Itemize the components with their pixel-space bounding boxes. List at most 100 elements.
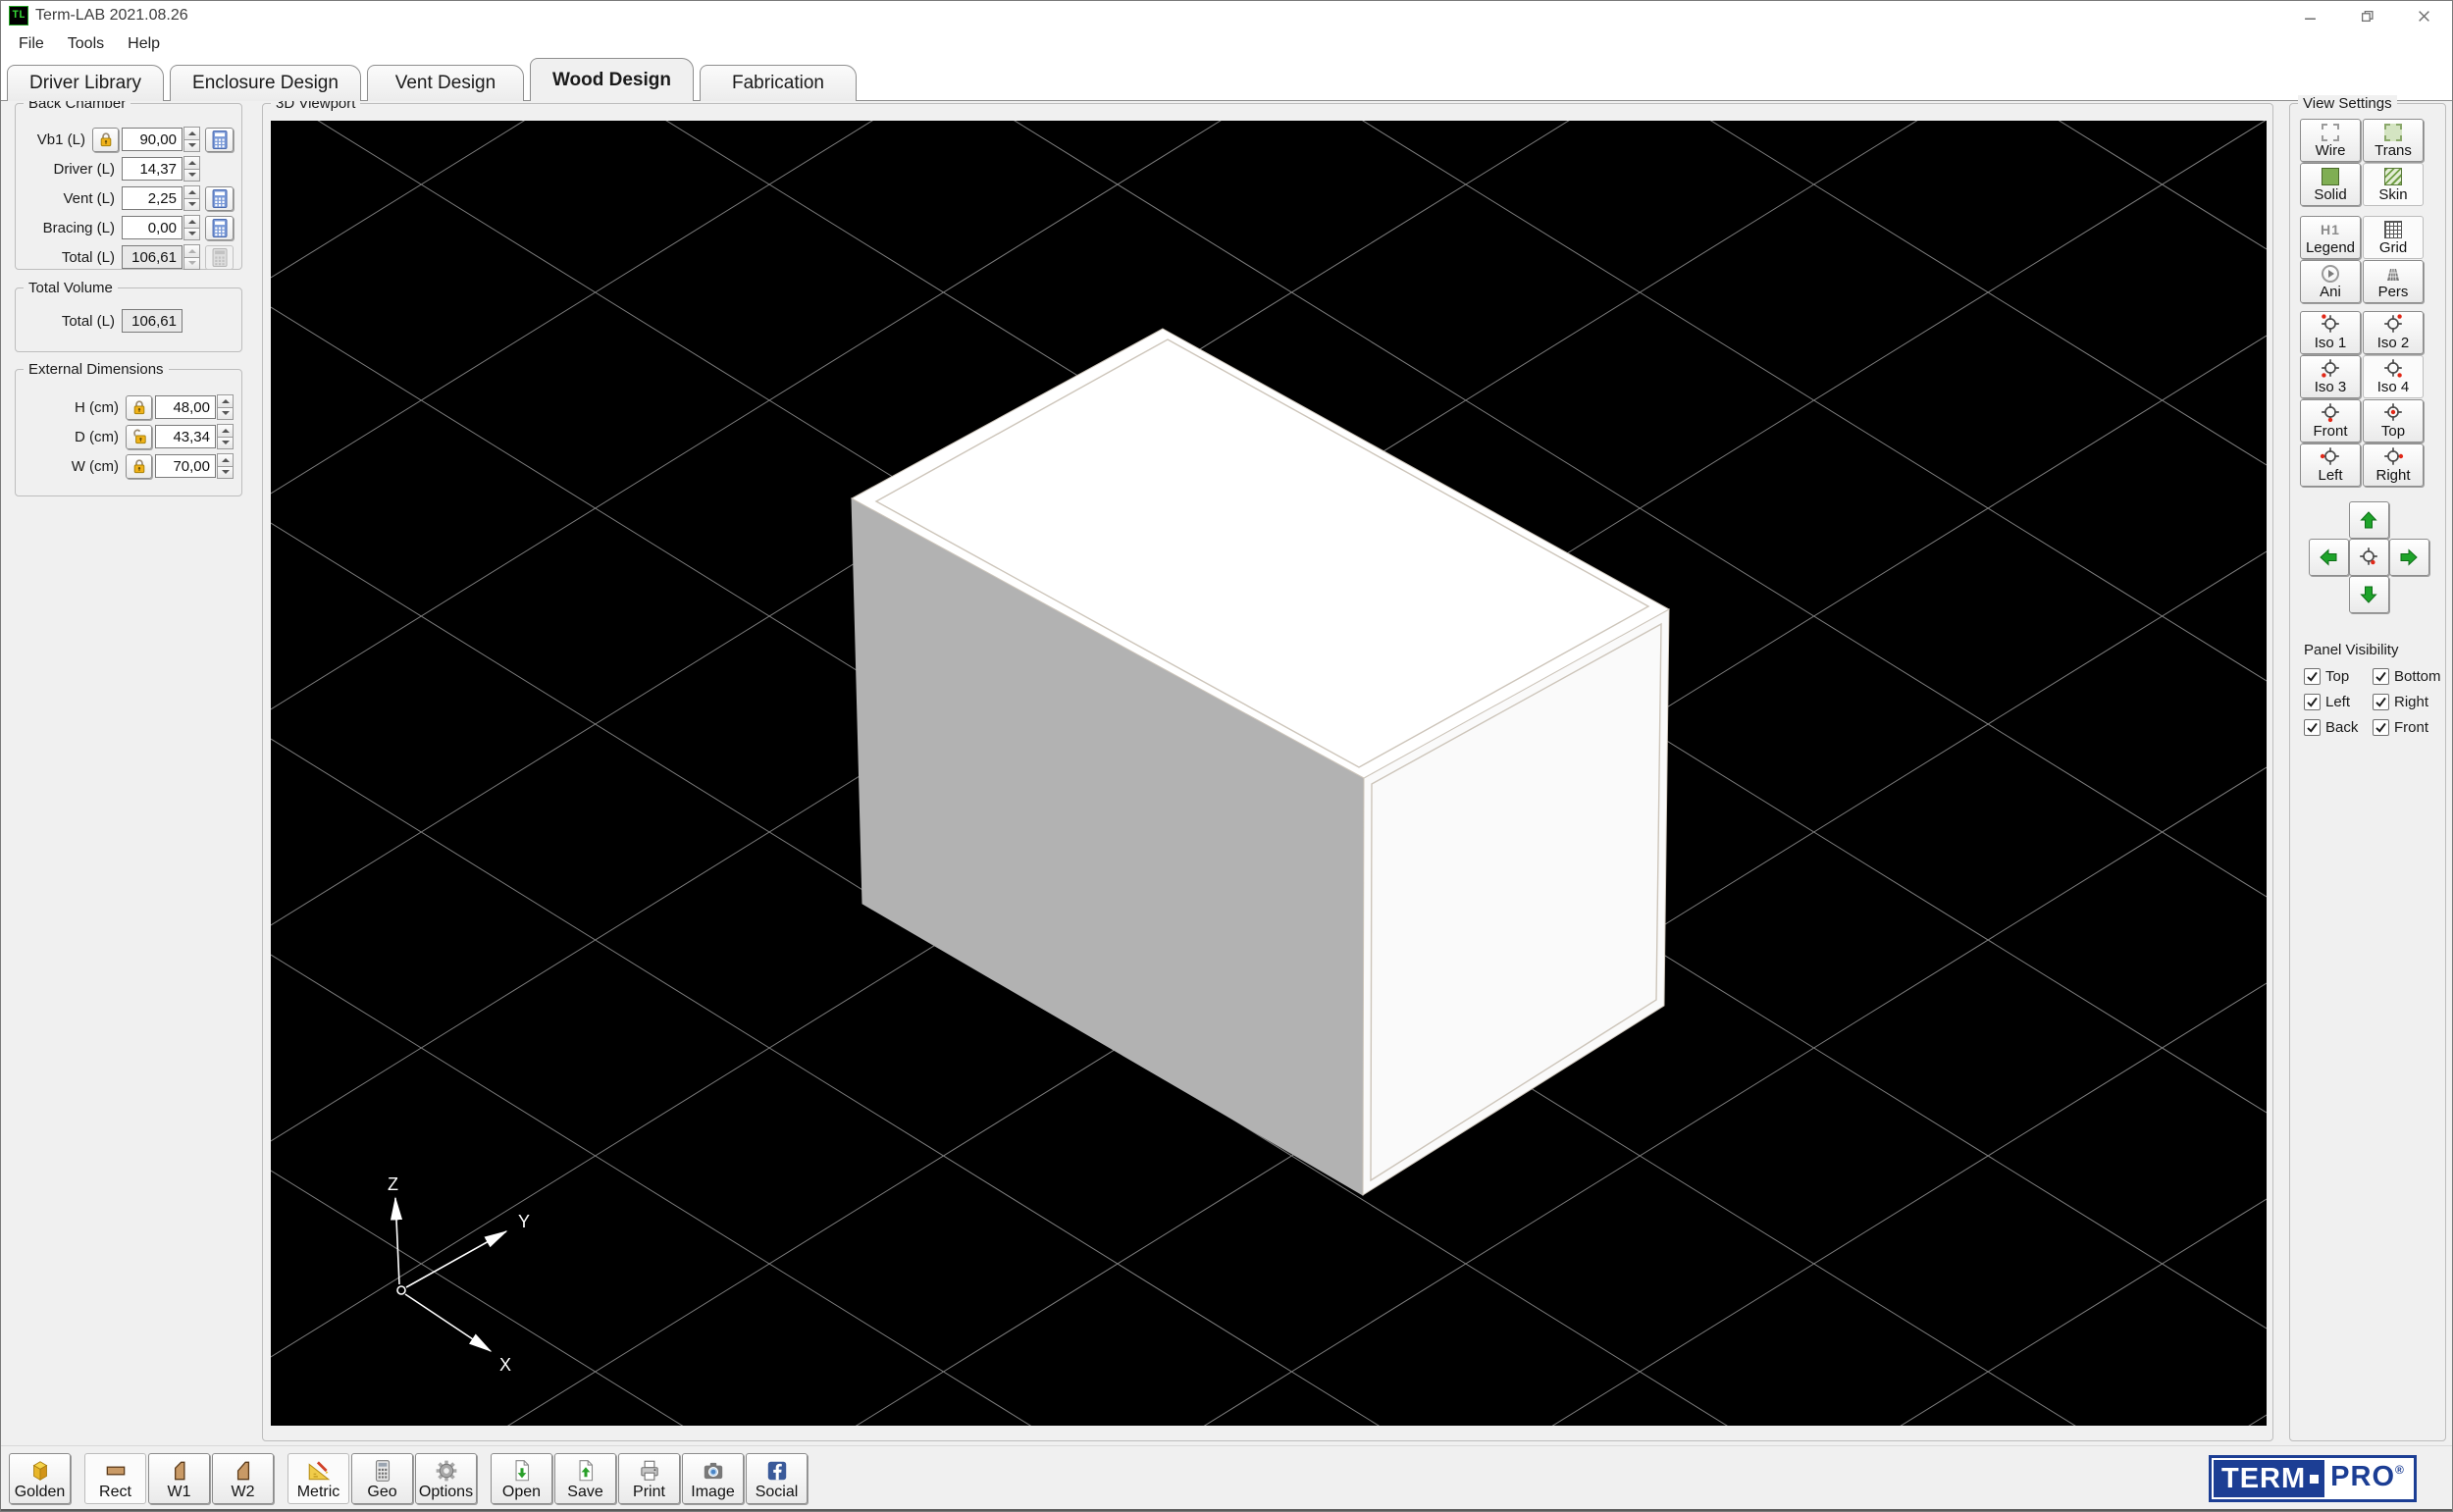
calculator-icon	[375, 1459, 390, 1482]
tab-bar: Driver Library Enclosure Design Vent Des…	[1, 58, 2452, 101]
field-row-vb1: Vb1 (L)	[24, 127, 234, 152]
iso2-view-icon	[2382, 313, 2404, 335]
height-spinner[interactable]	[217, 394, 234, 420]
pan-down-button[interactable]	[2348, 576, 2389, 613]
height-input[interactable]	[155, 395, 216, 419]
depth-lock-button[interactable]	[126, 424, 152, 449]
iso2-button[interactable]: Iso 2	[2363, 311, 2424, 354]
pers-button[interactable]: Pers	[2363, 260, 2424, 303]
arrow-right-icon	[2400, 548, 2418, 566]
top-view-button[interactable]: Top	[2363, 399, 2424, 443]
checkbox-icon	[2304, 694, 2321, 710]
bracing-calculator-button[interactable]	[205, 215, 234, 240]
grid-button[interactable]: Grid	[2363, 216, 2424, 259]
depth-input[interactable]	[155, 425, 216, 448]
pan-up-button[interactable]	[2348, 501, 2389, 539]
content-area: Back Chamber Vb1 (L) Driver (L) Vent (L)	[1, 95, 2452, 1445]
tab-vent-design[interactable]: Vent Design	[366, 65, 524, 101]
geo-button[interactable]: Geo	[351, 1453, 413, 1504]
vb1-spinner[interactable]	[183, 127, 200, 152]
close-button[interactable]	[2395, 1, 2452, 30]
bracing-spinner[interactable]	[183, 215, 200, 240]
w2-button[interactable]: W2	[212, 1453, 274, 1504]
view-settings-group: View Settings Wire Trans Solid Skin H1 Le…	[2289, 95, 2446, 1441]
maximize-button[interactable]	[2338, 1, 2395, 30]
ani-button[interactable]: Ani	[2300, 260, 2361, 303]
driver-spinner[interactable]	[183, 156, 200, 182]
width-input[interactable]	[155, 454, 216, 478]
vent-input[interactable]	[122, 186, 183, 210]
vb1-calculator-button[interactable]	[205, 127, 234, 152]
checkbox-bottom[interactable]: Bottom	[2373, 668, 2441, 685]
vent-calculator-button[interactable]	[205, 185, 234, 211]
width-lock-button[interactable]	[126, 453, 152, 479]
vb1-input[interactable]	[122, 128, 183, 151]
field-row-height: H (cm)	[24, 394, 234, 420]
solid-icon	[2322, 168, 2339, 185]
tab-driver-library[interactable]: Driver Library	[7, 65, 165, 101]
checkbox-left[interactable]: Left	[2304, 694, 2373, 710]
w1-button[interactable]: W1	[148, 1453, 210, 1504]
bracing-input[interactable]	[122, 216, 183, 239]
checkbox-back[interactable]: Back	[2304, 719, 2373, 736]
checkbox-right[interactable]: Right	[2373, 694, 2441, 710]
y-axis-label: Y	[518, 1212, 530, 1231]
external-dimensions-title: External Dimensions	[24, 361, 169, 378]
social-button[interactable]: Social	[746, 1453, 808, 1504]
tab-fabrication[interactable]: Fabrication	[700, 65, 857, 101]
vent-spinner[interactable]	[183, 185, 200, 211]
field-row-width: W (cm)	[24, 453, 234, 479]
golden-button[interactable]: Golden	[9, 1453, 71, 1504]
tab-enclosure-design[interactable]: Enclosure Design	[170, 65, 361, 101]
app-window: TL Term-LAB 2021.08.26 File Tools Help D…	[0, 0, 2453, 1512]
checkbox-top[interactable]: Top	[2304, 668, 2373, 685]
right-view-button[interactable]: Right	[2363, 443, 2424, 487]
legend-button[interactable]: H1 Legend	[2300, 216, 2361, 259]
iso4-view-icon	[2382, 357, 2404, 379]
image-button[interactable]: Image	[682, 1453, 744, 1504]
height-lock-button[interactable]	[126, 394, 152, 420]
metric-button[interactable]: Metric	[287, 1453, 349, 1504]
grid-icon	[2384, 221, 2402, 238]
arrow-down-icon	[2360, 586, 2377, 603]
center-view-icon	[2358, 546, 2379, 570]
arrow-left-icon	[2320, 548, 2337, 566]
field-row-depth: D (cm)	[24, 424, 234, 449]
menu-tools[interactable]: Tools	[56, 32, 116, 56]
options-button[interactable]: Options	[415, 1453, 477, 1504]
trans-button[interactable]: Trans	[2363, 119, 2424, 162]
depth-spinner[interactable]	[217, 424, 234, 449]
front-view-icon	[2320, 401, 2341, 423]
print-button[interactable]: Print	[618, 1453, 680, 1504]
total-volume-input	[122, 309, 183, 333]
app-icon: TL	[9, 6, 28, 26]
skin-button[interactable]: Skin	[2363, 163, 2424, 206]
minimize-button[interactable]	[2281, 1, 2338, 30]
save-button[interactable]: Save	[554, 1453, 616, 1504]
front-view-button[interactable]: Front	[2300, 399, 2361, 443]
iso3-button[interactable]: Iso 3	[2300, 355, 2361, 398]
solid-button[interactable]: Solid	[2300, 163, 2361, 206]
wire-button[interactable]: Wire	[2300, 119, 2361, 162]
pan-right-button[interactable]	[2388, 539, 2429, 576]
logo-dash	[2310, 1474, 2320, 1484]
pan-left-button[interactable]	[2308, 539, 2349, 576]
golden-box-icon	[32, 1460, 47, 1481]
left-view-button[interactable]: Left	[2300, 443, 2361, 487]
iso4-button[interactable]: Iso 4	[2363, 355, 2424, 398]
bottom-toolbar: Golden Rect W1 W2 Metric Geo Options Ope…	[1, 1445, 2452, 1511]
pan-center-button[interactable]	[2348, 539, 2389, 576]
menu-file[interactable]: File	[7, 32, 56, 56]
menu-help[interactable]: Help	[116, 32, 172, 56]
iso1-button[interactable]: Iso 1	[2300, 311, 2361, 354]
3d-viewport-canvas[interactable]: Z Y X	[271, 121, 2267, 1426]
bracing-label: Bracing (L)	[42, 219, 115, 236]
checkbox-front[interactable]: Front	[2373, 719, 2441, 736]
tab-wood-design[interactable]: Wood Design	[529, 58, 694, 101]
driver-input[interactable]	[122, 157, 183, 181]
open-button[interactable]: Open	[491, 1453, 552, 1504]
rect-button[interactable]: Rect	[84, 1453, 146, 1504]
total-volume-title: Total Volume	[24, 280, 118, 296]
vb1-lock-button[interactable]	[92, 127, 119, 152]
width-spinner[interactable]	[217, 453, 234, 479]
